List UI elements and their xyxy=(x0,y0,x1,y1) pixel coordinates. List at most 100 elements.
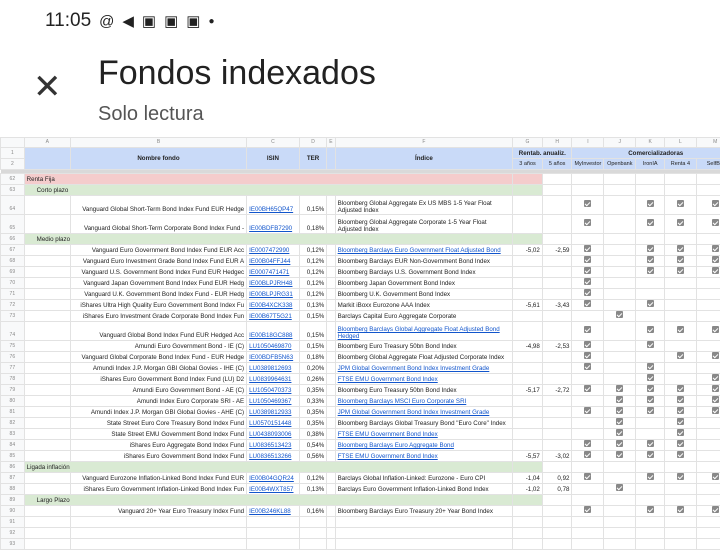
isin-cell[interactable]: LU0570151448 xyxy=(247,418,300,429)
fund-name[interactable]: Vanguard Global Short-Term Corporate Bon… xyxy=(70,215,246,234)
cell[interactable] xyxy=(636,528,665,539)
checkbox-checked-icon[interactable] xyxy=(677,429,684,436)
cell[interactable] xyxy=(696,174,720,185)
fund-name[interactable]: Vanguard Japan Government Bond Index Fun… xyxy=(70,278,246,289)
openbank-cell[interactable] xyxy=(604,289,636,300)
col-A[interactable]: A xyxy=(24,138,70,148)
isin-cell[interactable]: IE00BLPJRH48 xyxy=(247,278,300,289)
col-I[interactable]: I xyxy=(572,138,604,148)
cell[interactable] xyxy=(299,528,327,539)
fund-name[interactable]: Amundi Index J.P. Morgan GBI Global Govi… xyxy=(70,407,246,418)
index-link[interactable]: FTSE EMU Government Bond Index xyxy=(338,376,438,383)
return-5y[interactable] xyxy=(542,407,572,418)
selfbank-cell[interactable] xyxy=(696,506,720,517)
cell[interactable] xyxy=(24,256,70,267)
row-number[interactable]: 70 xyxy=(1,278,25,289)
row-number[interactable]: 65 xyxy=(1,215,25,234)
selfbank-cell[interactable] xyxy=(696,341,720,352)
ironia-cell[interactable] xyxy=(636,196,665,215)
index-cell[interactable]: FTSE EMU Government Bond Index xyxy=(335,374,513,385)
checkbox-checked-icon[interactable] xyxy=(712,200,719,207)
isin-cell[interactable]: IE00B246KL88 xyxy=(247,506,300,517)
myinvestor-cell[interactable] xyxy=(572,215,604,234)
openbank-cell[interactable] xyxy=(604,278,636,289)
ter-cell[interactable]: 0,38% xyxy=(299,429,327,440)
fund-name[interactable]: State Street EMU Government Bond Index F… xyxy=(70,429,246,440)
cell[interactable] xyxy=(327,363,335,374)
selfbank-cell[interactable] xyxy=(696,322,720,341)
return-5y[interactable] xyxy=(542,352,572,363)
subcategory-label[interactable]: Largo Plazo xyxy=(24,495,513,506)
return-3y[interactable] xyxy=(513,215,543,234)
return-3y[interactable]: -4,98 xyxy=(513,341,543,352)
index-cell[interactable]: Bloomberg Japan Government Bond Index xyxy=(335,278,513,289)
index-cell[interactable]: Bloomberg Barclays MSCI Euro Corporate S… xyxy=(335,396,513,407)
checkbox-checked-icon[interactable] xyxy=(712,374,719,381)
isin-cell[interactable]: LU0438093006 xyxy=(247,429,300,440)
openbank-cell[interactable] xyxy=(604,215,636,234)
ironia-cell[interactable] xyxy=(636,385,665,396)
checkbox-checked-icon[interactable] xyxy=(616,407,623,414)
fund-name[interactable]: iShares Ultra High Quality Euro Governme… xyxy=(70,300,246,311)
col-D[interactable]: D xyxy=(299,138,327,148)
checkbox-checked-icon[interactable] xyxy=(584,451,591,458)
ter-cell[interactable]: 0,13% xyxy=(299,300,327,311)
index-cell[interactable]: Bloomberg Barclays Global Aggregate Floa… xyxy=(335,322,513,341)
checkbox-checked-icon[interactable] xyxy=(647,300,654,307)
row-number[interactable]: 63 xyxy=(1,185,25,196)
selfbank-cell[interactable] xyxy=(696,374,720,385)
index-link[interactable]: FTSE EMU Government Bond Index xyxy=(338,453,438,460)
renta4-cell[interactable] xyxy=(665,440,696,451)
cell[interactable] xyxy=(327,267,335,278)
cell[interactable] xyxy=(572,517,604,528)
cell[interactable] xyxy=(24,300,70,311)
selfbank-cell[interactable] xyxy=(696,484,720,495)
myinvestor-cell[interactable] xyxy=(572,300,604,311)
fund-name[interactable]: Amundi Index J.P. Morgan GBI Global Govi… xyxy=(70,363,246,374)
cell[interactable] xyxy=(696,462,720,473)
selfbank-cell[interactable] xyxy=(696,451,720,462)
myinvestor-cell[interactable] xyxy=(572,429,604,440)
checkbox-checked-icon[interactable] xyxy=(584,363,591,370)
openbank-cell[interactable] xyxy=(604,484,636,495)
renta4-cell[interactable] xyxy=(665,352,696,363)
index-cell[interactable]: Bloomberg Barclays Global Treasury Bond … xyxy=(335,418,513,429)
row-number[interactable]: 66 xyxy=(1,234,25,245)
checkbox-checked-icon[interactable] xyxy=(677,396,684,403)
checkbox-checked-icon[interactable] xyxy=(677,418,684,425)
cell[interactable] xyxy=(24,278,70,289)
ter-cell[interactable]: 0,54% xyxy=(299,440,327,451)
checkbox-checked-icon[interactable] xyxy=(712,473,719,480)
selfbank-cell[interactable] xyxy=(696,352,720,363)
index-cell[interactable]: Bloomberg Barclays EUR Non-Government Bo… xyxy=(335,256,513,267)
openbank-cell[interactable] xyxy=(604,245,636,256)
subcategory-label[interactable]: Ligada inflación xyxy=(24,462,513,473)
cell[interactable] xyxy=(70,539,246,550)
isin-link[interactable]: IE00B4WXT857 xyxy=(249,486,293,493)
return-5y[interactable] xyxy=(542,278,572,289)
openbank-cell[interactable] xyxy=(604,256,636,267)
renta4-cell[interactable] xyxy=(665,374,696,385)
isin-link[interactable]: LU1050469367 xyxy=(249,398,291,405)
checkbox-checked-icon[interactable] xyxy=(584,245,591,252)
fund-name[interactable]: Vanguard U.S. Government Bond Index Fund… xyxy=(70,267,246,278)
fund-name[interactable]: iShares Euro Government Bond Index Fund xyxy=(70,451,246,462)
selfbank-cell[interactable] xyxy=(696,196,720,215)
myinvestor-cell[interactable] xyxy=(572,278,604,289)
cell[interactable] xyxy=(327,215,335,234)
return-3y[interactable] xyxy=(513,506,543,517)
isin-link[interactable]: IE00B4XCK338 xyxy=(249,302,292,309)
openbank-cell[interactable] xyxy=(604,396,636,407)
ironia-cell[interactable] xyxy=(636,278,665,289)
row-number[interactable]: 84 xyxy=(1,440,25,451)
cell[interactable] xyxy=(636,174,665,185)
ironia-cell[interactable] xyxy=(636,352,665,363)
myinvestor-cell[interactable] xyxy=(572,418,604,429)
cell[interactable] xyxy=(572,495,604,506)
selfbank-cell[interactable] xyxy=(696,215,720,234)
cell[interactable] xyxy=(665,462,696,473)
openbank-cell[interactable] xyxy=(604,451,636,462)
selfbank-cell[interactable] xyxy=(696,300,720,311)
checkbox-checked-icon[interactable] xyxy=(647,473,654,480)
ironia-cell[interactable] xyxy=(636,363,665,374)
